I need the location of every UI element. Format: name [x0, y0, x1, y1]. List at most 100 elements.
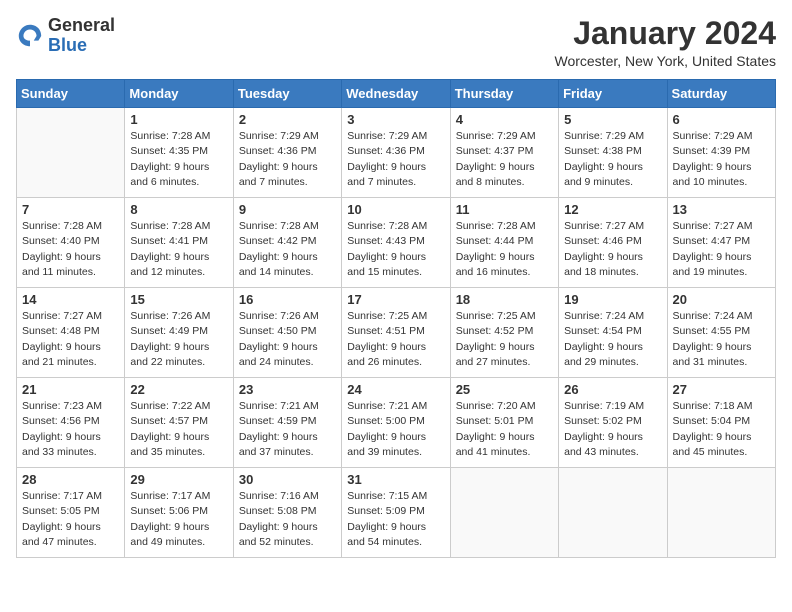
day-info: Sunrise: 7:25 AMSunset: 4:51 PMDaylight:… [347, 309, 444, 370]
logo-text: General Blue [48, 16, 115, 56]
day-number: 19 [564, 292, 661, 307]
day-number: 10 [347, 202, 444, 217]
calendar-cell: 3 Sunrise: 7:29 AMSunset: 4:36 PMDaylight… [342, 108, 450, 198]
calendar-cell: 29 Sunrise: 7:17 AMSunset: 5:06 PMDayligh… [125, 468, 233, 558]
day-info: Sunrise: 7:27 AMSunset: 4:48 PMDaylight:… [22, 309, 119, 370]
day-number: 31 [347, 472, 444, 487]
calendar-cell: 23 Sunrise: 7:21 AMSunset: 4:59 PMDayligh… [233, 378, 341, 468]
day-info: Sunrise: 7:28 AMSunset: 4:43 PMDaylight:… [347, 219, 444, 280]
day-info: Sunrise: 7:27 AMSunset: 4:47 PMDaylight:… [673, 219, 770, 280]
day-number: 8 [130, 202, 227, 217]
calendar-cell: 6Sunrise: 7:29 AMSunset: 4:39 PMDaylight… [667, 108, 775, 198]
location-title: Worcester, New York, United States [554, 53, 776, 69]
calendar-cell: 13 Sunrise: 7:27 AMSunset: 4:47 PMDayligh… [667, 198, 775, 288]
day-number: 26 [564, 382, 661, 397]
day-info: Sunrise: 7:29 AMSunset: 4:38 PMDaylight:… [564, 129, 661, 190]
day-info: Sunrise: 7:16 AMSunset: 5:08 PMDaylight:… [239, 489, 336, 550]
calendar-header-tuesday: Tuesday [233, 80, 341, 108]
logo: General Blue [16, 16, 115, 56]
day-number: 20 [673, 292, 770, 307]
day-info: Sunrise: 7:24 AMSunset: 4:54 PMDaylight:… [564, 309, 661, 370]
day-number: 29 [130, 472, 227, 487]
calendar-cell: 5 Sunrise: 7:29 AMSunset: 4:38 PMDaylight… [559, 108, 667, 198]
day-info: Sunrise: 7:25 AMSunset: 4:52 PMDaylight:… [456, 309, 553, 370]
calendar-cell [17, 108, 125, 198]
day-number: 21 [22, 382, 119, 397]
calendar-week-1: 1 Sunrise: 7:28 AMSunset: 4:35 PMDaylight… [17, 108, 776, 198]
day-info: Sunrise: 7:18 AMSunset: 5:04 PMDaylight:… [673, 399, 770, 460]
calendar-week-5: 28 Sunrise: 7:17 AMSunset: 5:05 PMDayligh… [17, 468, 776, 558]
calendar-cell: 17 Sunrise: 7:25 AMSunset: 4:51 PMDayligh… [342, 288, 450, 378]
day-number: 30 [239, 472, 336, 487]
calendar-header-wednesday: Wednesday [342, 80, 450, 108]
calendar-cell [450, 468, 558, 558]
calendar-header-friday: Friday [559, 80, 667, 108]
day-info: Sunrise: 7:28 AMSunset: 4:44 PMDaylight:… [456, 219, 553, 280]
day-number: 2 [239, 112, 336, 127]
day-number: 27 [673, 382, 770, 397]
day-info: Sunrise: 7:21 AMSunset: 4:59 PMDaylight:… [239, 399, 336, 460]
calendar-cell [667, 468, 775, 558]
calendar-week-4: 21Sunrise: 7:23 AMSunset: 4:56 PMDayligh… [17, 378, 776, 468]
calendar-cell: 31Sunrise: 7:15 AMSunset: 5:09 PMDayligh… [342, 468, 450, 558]
calendar-week-2: 7 Sunrise: 7:28 AMSunset: 4:40 PMDaylight… [17, 198, 776, 288]
day-info: Sunrise: 7:27 AMSunset: 4:46 PMDaylight:… [564, 219, 661, 280]
day-number: 12 [564, 202, 661, 217]
day-number: 22 [130, 382, 227, 397]
day-info: Sunrise: 7:26 AMSunset: 4:50 PMDaylight:… [239, 309, 336, 370]
day-number: 1 [130, 112, 227, 127]
calendar-cell: 7 Sunrise: 7:28 AMSunset: 4:40 PMDaylight… [17, 198, 125, 288]
day-info: Sunrise: 7:19 AMSunset: 5:02 PMDaylight:… [564, 399, 661, 460]
day-number: 11 [456, 202, 553, 217]
calendar-cell: 9Sunrise: 7:28 AMSunset: 4:42 PMDaylight… [233, 198, 341, 288]
day-info: Sunrise: 7:20 AMSunset: 5:01 PMDaylight:… [456, 399, 553, 460]
day-info: Sunrise: 7:26 AMSunset: 4:49 PMDaylight:… [130, 309, 227, 370]
day-number: 16 [239, 292, 336, 307]
calendar-cell: 19 Sunrise: 7:24 AMSunset: 4:54 PMDayligh… [559, 288, 667, 378]
day-info: Sunrise: 7:17 AMSunset: 5:06 PMDaylight:… [130, 489, 227, 550]
day-number: 17 [347, 292, 444, 307]
day-info: Sunrise: 7:29 AMSunset: 4:36 PMDaylight:… [347, 129, 444, 190]
title-area: January 2024 Worcester, New York, United… [554, 16, 776, 69]
day-info: Sunrise: 7:24 AMSunset: 4:55 PMDaylight:… [673, 309, 770, 370]
day-number: 3 [347, 112, 444, 127]
day-info: Sunrise: 7:28 AMSunset: 4:35 PMDaylight:… [130, 129, 227, 190]
day-info: Sunrise: 7:17 AMSunset: 5:05 PMDaylight:… [22, 489, 119, 550]
day-number: 25 [456, 382, 553, 397]
day-info: Sunrise: 7:29 AMSunset: 4:37 PMDaylight:… [456, 129, 553, 190]
calendar-cell: 20 Sunrise: 7:24 AMSunset: 4:55 PMDayligh… [667, 288, 775, 378]
calendar-header-thursday: Thursday [450, 80, 558, 108]
calendar-week-3: 14 Sunrise: 7:27 AMSunset: 4:48 PMDayligh… [17, 288, 776, 378]
calendar-cell: 27 Sunrise: 7:18 AMSunset: 5:04 PMDayligh… [667, 378, 775, 468]
calendar-header-sunday: Sunday [17, 80, 125, 108]
calendar-cell: 12 Sunrise: 7:27 AMSunset: 4:46 PMDayligh… [559, 198, 667, 288]
calendar-cell: 26 Sunrise: 7:19 AMSunset: 5:02 PMDayligh… [559, 378, 667, 468]
calendar-cell: 18Sunrise: 7:25 AMSunset: 4:52 PMDayligh… [450, 288, 558, 378]
day-info: Sunrise: 7:28 AMSunset: 4:41 PMDaylight:… [130, 219, 227, 280]
day-info: Sunrise: 7:28 AMSunset: 4:40 PMDaylight:… [22, 219, 119, 280]
calendar-cell: 28 Sunrise: 7:17 AMSunset: 5:05 PMDayligh… [17, 468, 125, 558]
day-number: 6 [673, 112, 770, 127]
day-info: Sunrise: 7:21 AMSunset: 5:00 PMDaylight:… [347, 399, 444, 460]
day-number: 14 [22, 292, 119, 307]
day-info: Sunrise: 7:28 AMSunset: 4:42 PMDaylight:… [239, 219, 336, 280]
day-number: 13 [673, 202, 770, 217]
day-number: 5 [564, 112, 661, 127]
day-number: 28 [22, 472, 119, 487]
calendar-header-monday: Monday [125, 80, 233, 108]
calendar-header-row: SundayMondayTuesdayWednesdayThursdayFrid… [17, 80, 776, 108]
logo-general: General [48, 15, 115, 35]
calendar: SundayMondayTuesdayWednesdayThursdayFrid… [16, 79, 776, 558]
calendar-cell: 8 Sunrise: 7:28 AMSunset: 4:41 PMDaylight… [125, 198, 233, 288]
day-number: 4 [456, 112, 553, 127]
calendar-cell: 11 Sunrise: 7:28 AMSunset: 4:44 PMDayligh… [450, 198, 558, 288]
calendar-cell: 22Sunrise: 7:22 AMSunset: 4:57 PMDayligh… [125, 378, 233, 468]
day-number: 24 [347, 382, 444, 397]
calendar-cell: 24 Sunrise: 7:21 AMSunset: 5:00 PMDayligh… [342, 378, 450, 468]
logo-blue: Blue [48, 35, 87, 55]
day-number: 23 [239, 382, 336, 397]
calendar-cell: 14 Sunrise: 7:27 AMSunset: 4:48 PMDayligh… [17, 288, 125, 378]
day-number: 7 [22, 202, 119, 217]
calendar-cell: 30 Sunrise: 7:16 AMSunset: 5:08 PMDayligh… [233, 468, 341, 558]
header: General Blue January 2024 Worcester, New… [16, 16, 776, 69]
